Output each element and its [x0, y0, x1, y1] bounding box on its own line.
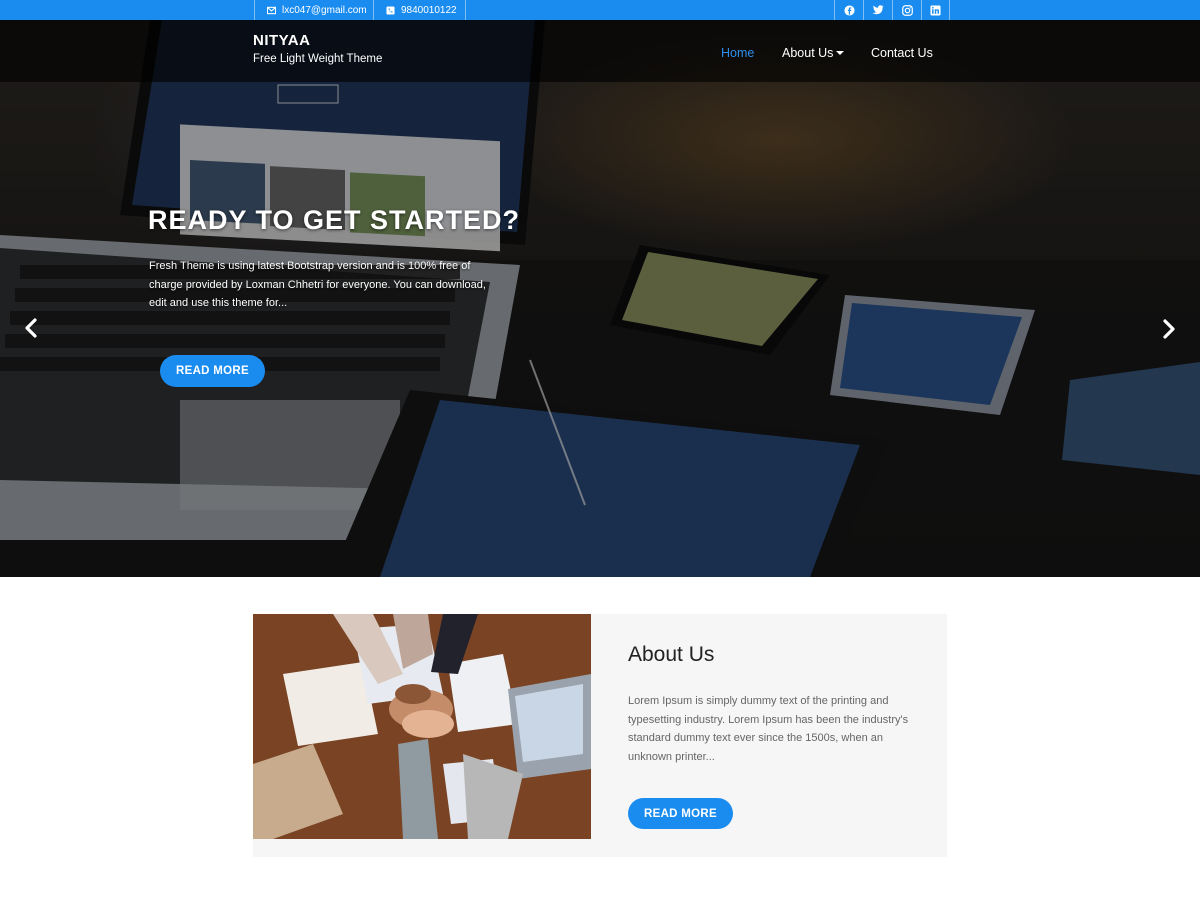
nav-item-about-us-label: About Us [782, 46, 834, 60]
nav-item-contact-us[interactable]: Contact Us [871, 46, 933, 60]
about-title: About Us [628, 643, 715, 666]
site-tagline: Free Light Weight Theme [253, 53, 383, 65]
hero-slider: NITYAA Free Light Weight Theme Home Abou… [0, 20, 1200, 577]
top-bar: lxc047@gmail.com 9840010122 [0, 0, 1200, 20]
phone-text: 9840010122 [401, 4, 457, 16]
email-icon [267, 6, 276, 15]
nav-item-home[interactable]: Home [721, 46, 754, 60]
email-text: lxc047@gmail.com [282, 4, 367, 16]
hero-description: Fresh Theme is using latest Bootstrap ve… [149, 260, 486, 309]
hero-read-more-button[interactable]: READ MORE [160, 355, 265, 387]
about-description: Lorem Ipsum is simply dummy text of the … [628, 695, 909, 763]
instagram-icon[interactable] [892, 0, 921, 20]
linkedin-icon[interactable] [921, 0, 950, 20]
about-read-more-button[interactable]: READ MORE [628, 798, 733, 829]
team-hands-image [253, 614, 591, 839]
email-contact[interactable]: lxc047@gmail.com [254, 0, 373, 20]
carousel-next-button[interactable] [1159, 317, 1179, 341]
nav-item-about-us[interactable]: About Us [782, 46, 845, 60]
navbar: NITYAA Free Light Weight Theme Home Abou… [0, 20, 1200, 82]
about-section: About Us Lorem Ipsum is simply dummy tex… [253, 614, 947, 857]
chevron-right-icon [1163, 319, 1175, 339]
phone-icon [386, 5, 395, 15]
phone-contact[interactable]: 9840010122 [373, 0, 466, 20]
hero-title: READY TO GET STARTED? [148, 205, 521, 235]
carousel-prev-button[interactable] [21, 316, 41, 340]
chevron-left-icon [25, 318, 37, 338]
site-title[interactable]: NITYAA [253, 32, 310, 49]
twitter-icon[interactable] [863, 0, 892, 20]
caret-down-icon [836, 51, 845, 55]
facebook-icon[interactable] [834, 0, 863, 20]
